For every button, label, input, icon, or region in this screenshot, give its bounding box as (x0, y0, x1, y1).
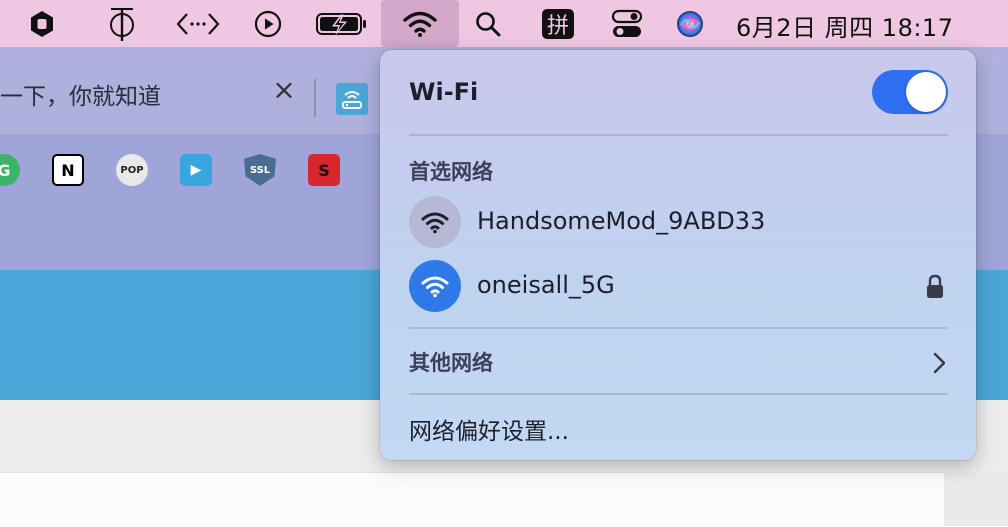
menu-separator (409, 393, 948, 395)
menu-bar: 拼 6月2日 周四 18:17 (0, 0, 1008, 47)
wifi-toggle[interactable] (872, 70, 948, 114)
network-row-handsomemod[interactable]: HandsomeMod_9ABD33 (409, 196, 948, 248)
lock-icon (925, 274, 945, 300)
wifi-signal-icon (409, 196, 461, 248)
page-scroll-strip (944, 472, 1008, 526)
wifi-menu-panel: Wi-Fi 首选网络 HandsomeMod_9ABD33 oneisall_5… (380, 50, 976, 460)
play-circle-icon[interactable] (253, 0, 283, 47)
bookmark-notion-icon[interactable]: N (52, 154, 84, 186)
bookmark-red-app-icon[interactable]: S (308, 154, 340, 186)
bookmark-ssl-icon[interactable]: SSL (244, 154, 276, 186)
wifi-icon[interactable] (401, 0, 439, 47)
search-input-text[interactable]: 一下，你就知道 (0, 77, 161, 111)
menu-separator (409, 134, 948, 136)
code-brackets-icon[interactable] (175, 0, 221, 47)
ime-label: 拼 (542, 8, 574, 39)
network-name: HandsomeMod_9ABD33 (477, 207, 766, 235)
search-bar[interactable]: 一下，你就知道 × (0, 47, 380, 134)
network-preferences-item[interactable]: 网络偏好设置... (409, 412, 569, 446)
wifi-title: Wi-Fi (409, 78, 479, 106)
other-networks-item[interactable]: 其他网络 (409, 347, 493, 377)
wifi-signal-icon (409, 260, 461, 312)
ime-pinyin-icon[interactable]: 拼 (541, 0, 575, 47)
search-icon[interactable] (473, 0, 503, 47)
chevron-right-icon[interactable] (930, 350, 948, 376)
bookmark-pop-icon[interactable]: POP (116, 154, 148, 186)
toolbar-divider (314, 79, 316, 117)
control-center-icon[interactable] (610, 0, 644, 47)
network-row-oneisall[interactable]: oneisall_5G (409, 260, 948, 312)
menu-bar-clock[interactable]: 6月2日 周四 18:17 (736, 8, 953, 43)
wifi-toggle-knob (906, 72, 946, 112)
clear-search-button[interactable]: × (270, 76, 298, 105)
bookmark-video-icon[interactable]: ▶ (180, 154, 212, 186)
siri-icon[interactable] (675, 0, 705, 47)
text-cursor-icon[interactable] (104, 0, 140, 47)
preferred-networks-label: 首选网络 (409, 160, 493, 184)
app-hexagon-icon[interactable] (26, 0, 58, 47)
page-content-area (0, 472, 944, 527)
network-name: oneisall_5G (477, 271, 615, 299)
battery-charging-icon[interactable] (314, 0, 370, 47)
menu-separator (409, 327, 948, 329)
bookmark-grammarly-icon[interactable]: G (0, 154, 20, 186)
router-extension-icon[interactable] (336, 83, 368, 115)
